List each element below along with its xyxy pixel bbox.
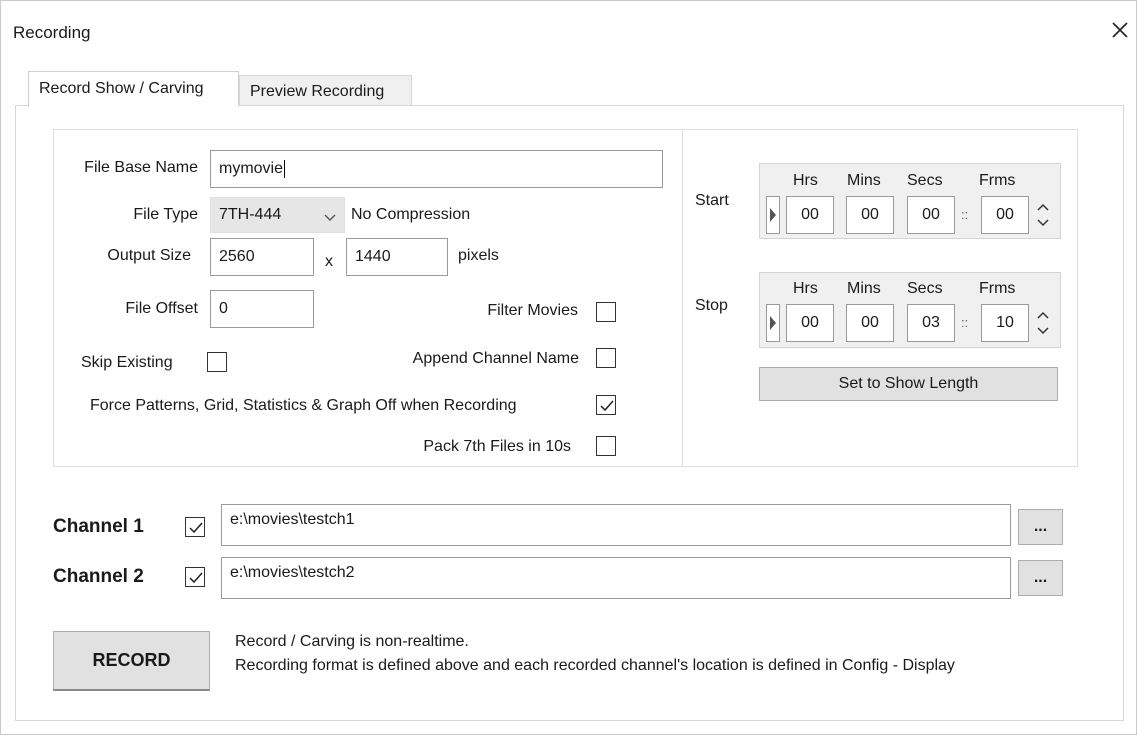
filter-movies-checkbox[interactable] [596, 302, 616, 322]
append-channel-name-label: Append Channel Name [412, 350, 579, 367]
recording-dialog: Recording Record Show / Carving Preview … [0, 0, 1137, 735]
file-offset-value: 0 [219, 300, 228, 317]
stop-label: Stop [695, 297, 728, 314]
output-width-value: 2560 [219, 248, 255, 265]
play-arrow-icon [770, 316, 776, 330]
stop-header-hrs: Hrs [793, 280, 818, 297]
play-arrow-icon [770, 208, 776, 222]
append-channel-name-checkbox[interactable] [596, 348, 616, 368]
start-label: Start [695, 192, 729, 209]
start-header-mins: Mins [847, 172, 881, 189]
channel-1-checkbox[interactable] [185, 517, 205, 537]
output-height-input[interactable]: 1440 [346, 238, 448, 276]
pack-7th-files-label: Pack 7th Files in 10s [423, 438, 571, 455]
start-separator: :: [961, 207, 969, 222]
start-header-secs: Secs [907, 172, 943, 189]
file-base-name-input[interactable]: mymovie [210, 150, 663, 188]
record-note-line-2: Recording format is defined above and ea… [235, 657, 955, 674]
tab-preview-recording[interactable]: Preview Recording [239, 75, 412, 107]
start-secs-field[interactable]: 00 [907, 196, 955, 234]
checkmark-icon [600, 400, 614, 412]
start-hrs-field[interactable]: 00 [786, 196, 834, 234]
output-height-value: 1440 [355, 248, 391, 265]
pack-7th-files-checkbox[interactable] [596, 436, 616, 456]
output-width-input[interactable]: 2560 [210, 238, 314, 276]
stop-set-button[interactable] [766, 304, 780, 342]
file-offset-input[interactable]: 0 [210, 290, 314, 328]
channel-1-path-input[interactable]: e:\movies\testch1 [221, 504, 1011, 546]
set-to-show-length-button[interactable]: Set to Show Length [759, 367, 1058, 401]
start-spin-icon[interactable] [1035, 196, 1051, 234]
stop-mins-field[interactable]: 00 [846, 304, 894, 342]
file-base-name-value: mymovie [219, 160, 284, 177]
stop-header-frms: Frms [979, 280, 1016, 297]
channel-1-label: Channel 1 [53, 516, 144, 537]
file-type-label: File Type [133, 206, 198, 223]
start-frms-field[interactable]: 00 [981, 196, 1029, 234]
channel-2-label: Channel 2 [53, 566, 144, 587]
record-button[interactable]: RECORD [53, 631, 210, 691]
output-size-x: x [325, 253, 333, 270]
skip-existing-checkbox[interactable] [207, 352, 227, 372]
stop-frms-field[interactable]: 10 [981, 304, 1029, 342]
file-type-value: 7TH-444 [219, 206, 282, 223]
stop-spin-icon[interactable] [1035, 304, 1051, 342]
channel-2-browse-button[interactable]: ... [1018, 560, 1063, 596]
file-base-name-label: File Base Name [84, 159, 198, 176]
checkmark-icon [189, 572, 203, 584]
force-patterns-label: Force Patterns, Grid, Statistics & Graph… [90, 397, 517, 414]
record-note-line-1: Record / Carving is non-realtime. [235, 633, 469, 650]
file-offset-label: File Offset [125, 300, 198, 317]
stop-header-secs: Secs [907, 280, 943, 297]
start-set-button[interactable] [766, 196, 780, 234]
stop-secs-field[interactable]: 03 [907, 304, 955, 342]
channel-2-checkbox[interactable] [185, 567, 205, 587]
checkmark-icon [189, 522, 203, 534]
output-size-label: Output Size [107, 247, 191, 264]
close-icon[interactable] [1107, 17, 1133, 43]
output-size-unit: pixels [458, 247, 499, 264]
text-caret [284, 160, 286, 178]
start-header-frms: Frms [979, 172, 1016, 189]
skip-existing-label: Skip Existing [81, 354, 173, 371]
stop-hrs-field[interactable]: 00 [786, 304, 834, 342]
start-mins-field[interactable]: 00 [846, 196, 894, 234]
file-type-select[interactable]: 7TH-444 [210, 197, 345, 233]
filter-movies-label: Filter Movies [487, 302, 578, 319]
window-title: Recording [13, 23, 91, 42]
file-type-note: No Compression [351, 206, 471, 223]
channel-1-browse-button[interactable]: ... [1018, 509, 1063, 545]
stop-separator: :: [961, 315, 969, 330]
stop-header-mins: Mins [847, 280, 881, 297]
chevron-down-icon [324, 210, 336, 228]
start-header-hrs: Hrs [793, 172, 818, 189]
force-patterns-checkbox[interactable] [596, 395, 616, 415]
tab-record-show-carving[interactable]: Record Show / Carving [28, 71, 239, 107]
channel-2-path-input[interactable]: e:\movies\testch2 [221, 557, 1011, 599]
